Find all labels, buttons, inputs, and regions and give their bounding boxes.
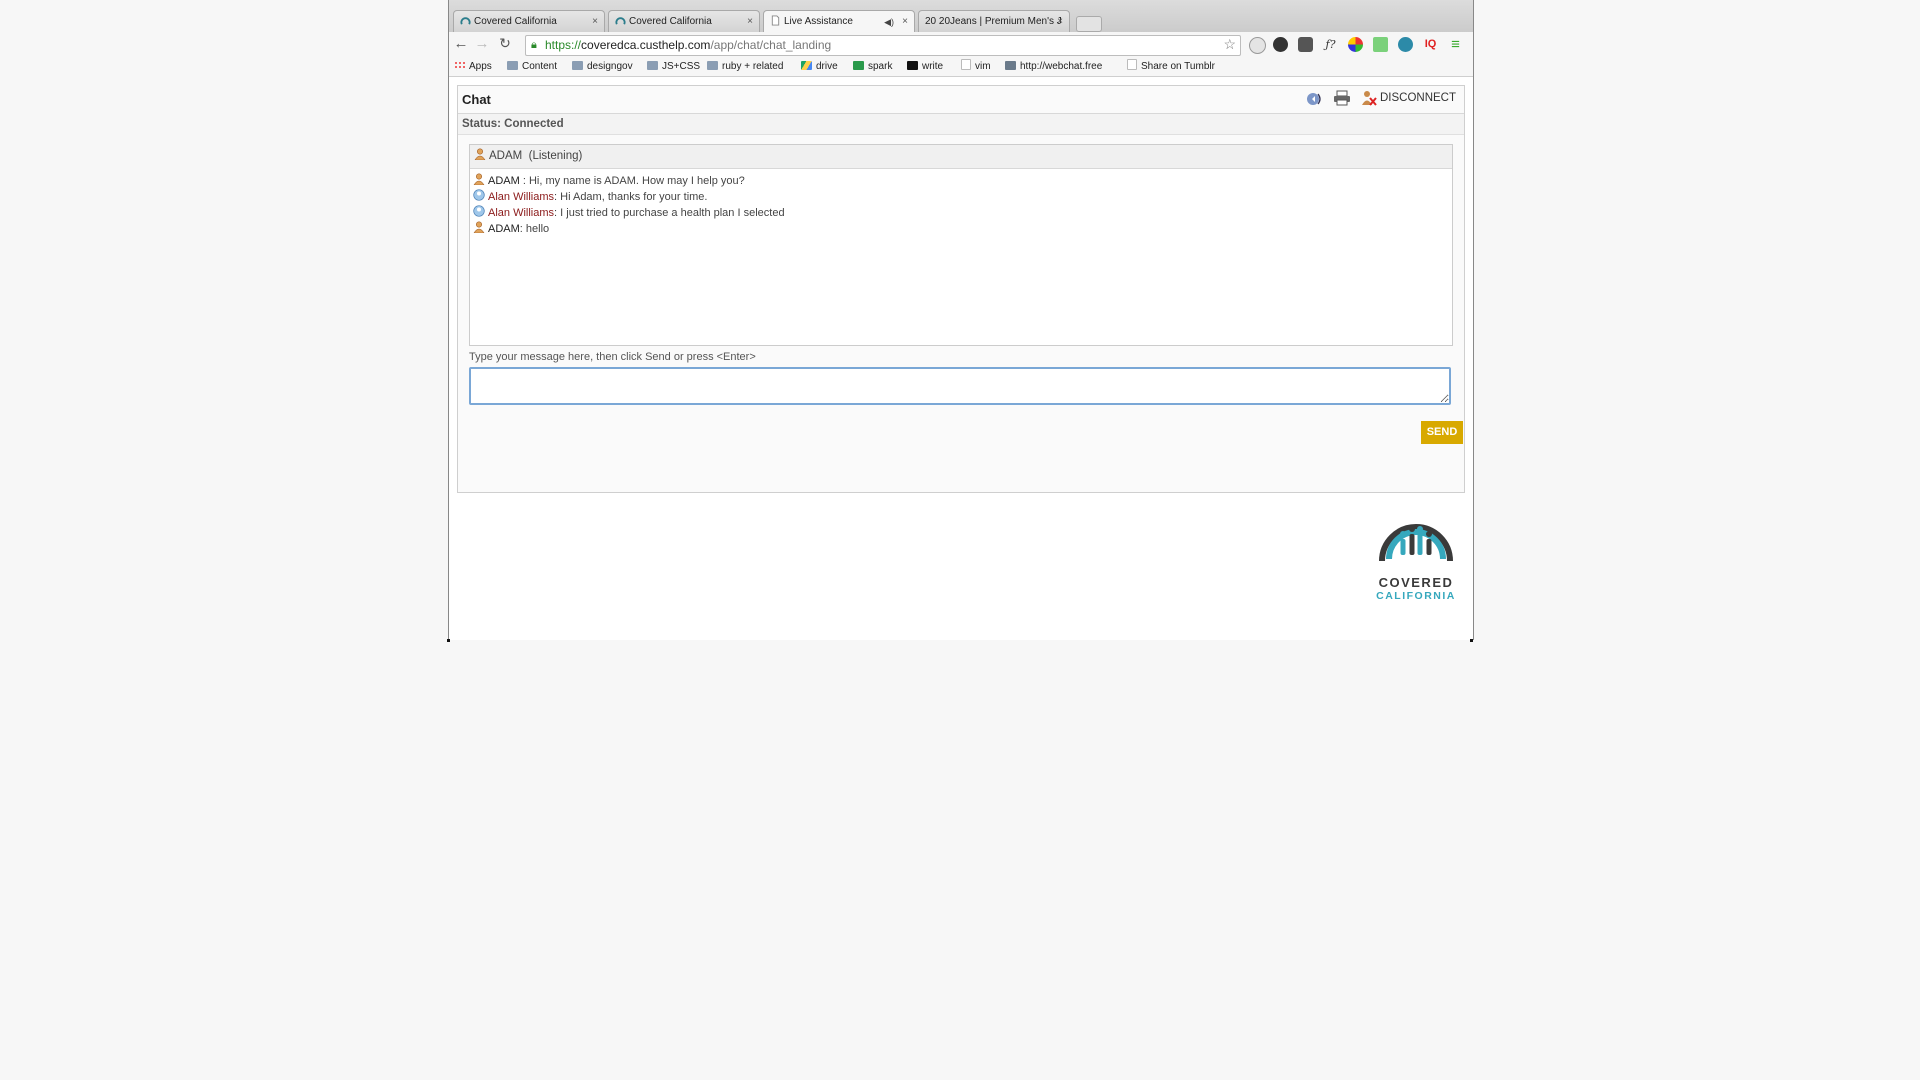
message-text: Hi Adam, thanks for your time.: [560, 191, 708, 203]
layers-extension-icon[interactable]: [1373, 37, 1388, 52]
tab-title: Covered California: [629, 16, 712, 27]
shield-extension-icon[interactable]: [1249, 37, 1266, 54]
send-button[interactable]: SEND: [1421, 421, 1463, 444]
covered-california-logo: COVERED CALIFORNIA: [1371, 499, 1461, 609]
tab-close-icon[interactable]: ×: [1057, 11, 1063, 32]
tab-2020jeans[interactable]: 20 20Jeans | Premium Men's J ×: [918, 10, 1070, 32]
message-sender: Alan Williams: [488, 207, 555, 219]
window-corner: [447, 639, 450, 642]
bookmark-share-tumblr[interactable]: Share on Tumblr: [1127, 58, 1215, 76]
bookmark-js-css[interactable]: JS+CSS: [647, 58, 700, 76]
window-corner: [1470, 639, 1473, 642]
bookmark-star-icon[interactable]: ☆: [1223, 35, 1236, 54]
bookmark-vim[interactable]: vim: [961, 58, 991, 76]
spark-icon: [853, 61, 864, 70]
message-sender: ADAM: [488, 223, 520, 235]
drive-icon: [801, 61, 812, 70]
folder-icon: [707, 61, 718, 70]
address-bar[interactable]: 🔒︎ https://coveredca.custhelp.com/app/ch…: [525, 35, 1241, 56]
message-sender: ADAM: [488, 175, 520, 187]
tab-live-assistance[interactable]: Live Assistance ◀) ×: [763, 10, 915, 33]
disconnect-button[interactable]: DISCONNECT: [1380, 92, 1456, 104]
folder-icon: [572, 61, 583, 70]
logo-line-2: CALIFORNIA: [1376, 590, 1456, 602]
print-icon[interactable]: [1333, 90, 1351, 106]
webchat-icon: [1005, 61, 1016, 70]
message-list: ADAM : Hi, my name is ADAM. How may I he…: [470, 169, 1452, 237]
agent-avatar-icon: [474, 148, 486, 160]
bookmark-spark[interactable]: spark: [853, 58, 892, 76]
agent-avatar-icon: [473, 221, 485, 233]
message-text: I just tried to purchase a health plan I…: [560, 207, 785, 219]
browser-window: Covered California × Covered California …: [448, 0, 1474, 640]
page-icon: [1127, 59, 1137, 70]
chat-message: Alan Williams: I just tried to purchase …: [473, 205, 1452, 221]
agent-name: ADAM: [489, 150, 523, 162]
page-content: Chat DISCONNECT Status: Connected ADAM (…: [449, 77, 1473, 640]
disconnect-icon[interactable]: [1360, 90, 1378, 106]
agent-state: (Listening): [528, 150, 583, 162]
message-text: Hi, my name is ADAM. How may I help you?: [528, 175, 745, 187]
agent-avatar-icon: [473, 173, 485, 185]
tab-covered-california-1[interactable]: Covered California ×: [453, 10, 605, 32]
tab-close-icon[interactable]: ×: [902, 11, 908, 33]
page-favicon-icon: [771, 15, 780, 26]
covered-california-logo-icon: [1379, 524, 1453, 562]
bookmarks-bar: Apps Content designgov JS+CSS ruby + rel…: [449, 58, 1473, 77]
tab-title: 20 20Jeans | Premium Men's J: [925, 16, 1062, 27]
apps-grid-icon: [454, 61, 465, 70]
menu-icon[interactable]: ≡: [1448, 37, 1463, 52]
message-input-label: Type your message here, then click Send …: [469, 351, 756, 363]
bookmark-content[interactable]: Content: [507, 58, 557, 76]
tab-covered-california-2[interactable]: Covered California ×: [608, 10, 760, 32]
back-arrow-icon[interactable]: ←: [452, 35, 470, 52]
speaker-icon: ◀): [884, 17, 894, 27]
message-sender: Alan Williams: [488, 191, 555, 203]
medium-icon: [907, 61, 918, 70]
new-badge-extension-icon[interactable]: [1398, 37, 1413, 52]
bookmark-write[interactable]: write: [907, 58, 943, 76]
reload-icon[interactable]: ↻: [496, 35, 514, 52]
bookmark-ruby-related[interactable]: ruby + related: [707, 58, 783, 76]
new-tab-button[interactable]: [1076, 16, 1102, 32]
color-wheel-extension-icon[interactable]: [1348, 37, 1363, 52]
folder-icon: [647, 61, 658, 70]
covered-ca-favicon-icon: [460, 17, 471, 25]
user-avatar-icon: [473, 189, 485, 201]
lock-icon: 🔒︎: [531, 39, 537, 51]
logo-line-1: COVERED: [1378, 575, 1454, 590]
sound-icon[interactable]: [1306, 90, 1324, 106]
browser-toolbar: ← → ↻ 🔒︎ https://coveredca.custhelp.com/…: [449, 32, 1473, 59]
forward-arrow-icon[interactable]: →: [473, 35, 491, 52]
chat-title: Chat: [462, 92, 491, 107]
agent-status-bar: ADAM (Listening): [470, 145, 1452, 169]
chat-panel: Chat DISCONNECT Status: Connected ADAM (…: [457, 85, 1465, 493]
chat-transcript: ADAM (Listening) ADAM : Hi, my name is A…: [469, 144, 1453, 346]
chat-message: ADAM : Hi, my name is ADAM. How may I he…: [473, 173, 1452, 189]
tab-title: Covered California: [474, 16, 557, 27]
chat-message: ADAM: hello: [473, 221, 1452, 237]
pocket-extension-icon[interactable]: [1298, 37, 1313, 52]
chat-header: Chat DISCONNECT: [458, 86, 1464, 114]
message-separator: :: [519, 175, 529, 187]
status-text: Status: Connected: [458, 114, 1464, 135]
dark-circle-extension-icon[interactable]: [1273, 37, 1288, 52]
page-icon: [961, 59, 971, 70]
url-text: https://coveredca.custhelp.com/app/chat/…: [545, 38, 832, 52]
tab-close-icon[interactable]: ×: [592, 11, 598, 32]
tab-title: Live Assistance: [784, 16, 853, 27]
folder-icon: [507, 61, 518, 70]
iq-extension-icon[interactable]: IQ: [1423, 37, 1438, 52]
message-text: hello: [525, 223, 550, 235]
bookmark-webchat[interactable]: http://webchat.free: [1005, 58, 1115, 76]
message-input[interactable]: [469, 367, 1451, 405]
chat-message: Alan Williams: Hi Adam, thanks for your …: [473, 189, 1452, 205]
bookmark-apps[interactable]: Apps: [454, 58, 492, 76]
tab-close-icon[interactable]: ×: [747, 11, 753, 32]
fontface-extension-icon[interactable]: ƒ?: [1323, 37, 1338, 52]
bookmark-designgov[interactable]: designgov: [572, 58, 633, 76]
covered-ca-favicon-icon: [615, 17, 626, 25]
bookmark-drive[interactable]: drive: [801, 58, 838, 76]
user-avatar-icon: [473, 205, 485, 217]
